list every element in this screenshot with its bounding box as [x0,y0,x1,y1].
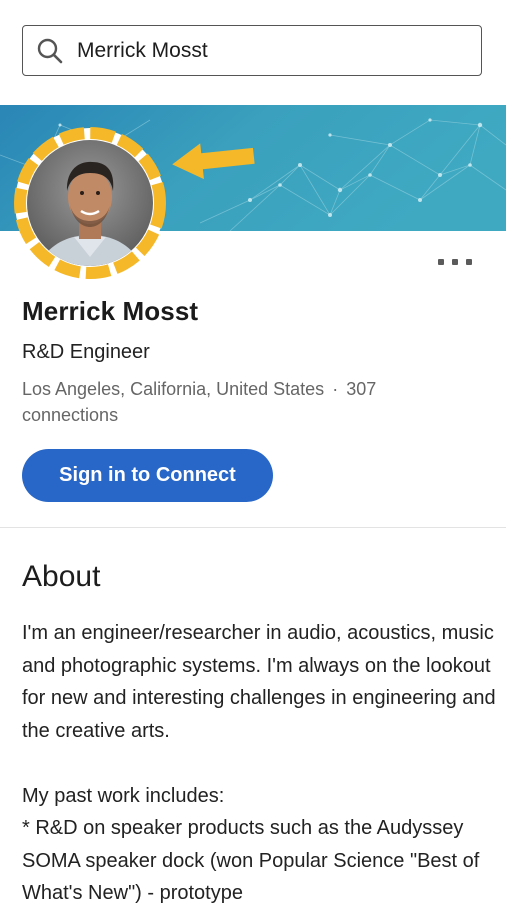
search-input[interactable] [77,32,472,69]
more-dot [438,259,444,265]
sign-in-to-connect-button[interactable]: Sign in to Connect [22,449,273,502]
about-item-line: * R&D on speaker products such as the Au… [22,817,480,904]
connections-label: connections [22,405,119,425]
connections-count: 307 [346,379,377,399]
search-bar[interactable] [22,25,482,76]
arrow-icon [172,143,255,180]
profile-headline: R&D Engineer [22,341,150,363]
location-text: Los Angeles, California, United States [22,379,325,399]
profile-name: Merrick Mosst [22,296,199,326]
about-paragraph: I'm an engineer/researcher in audio, aco… [22,622,496,742]
about-heading: About [22,560,101,593]
profile-avatar[interactable] [12,125,168,281]
more-dot [452,259,458,265]
search-icon [37,38,63,64]
profile-location: Los Angeles, California, United States · 3… [22,376,462,428]
section-divider [0,527,506,528]
more-dot [466,259,472,265]
location-separator: · [332,379,339,399]
about-text: I'm an engineer/researcher in audio, aco… [22,617,500,910]
about-past-work-line: My past work includes: [22,784,225,807]
more-options-icon[interactable] [438,250,472,274]
